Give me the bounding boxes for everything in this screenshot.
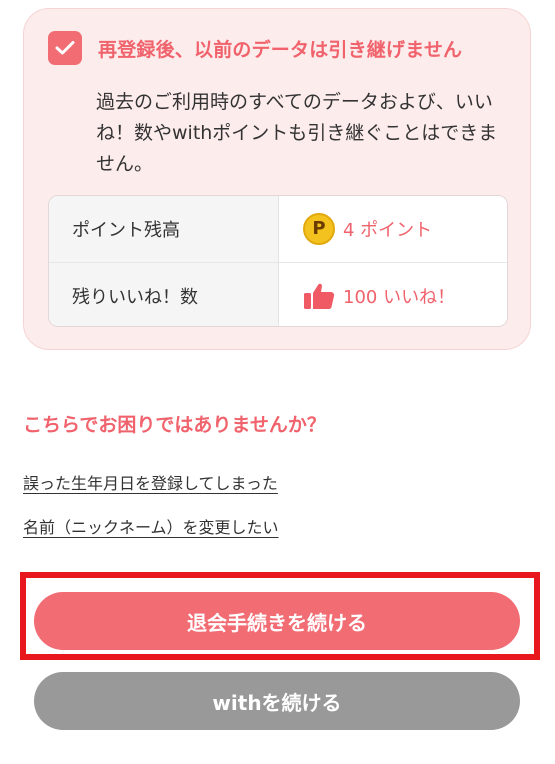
likes-value-cell: 100 いいね！ xyxy=(279,263,507,326)
likes-row: 残りいいね！数 100 いいね！ xyxy=(49,262,507,326)
points-value: 4 ポイント xyxy=(343,220,433,241)
coin-letter: P xyxy=(312,218,326,239)
account-info-table: ポイント残高 P 4 ポイント 残りいいね！数 100 いいね！ xyxy=(48,195,508,327)
help-heading: こちらでお困りではありませんか？ xyxy=(23,414,326,436)
notice-title: 再登録後、以前のデータは引き継げません xyxy=(98,39,463,61)
data-notice-card: 再登録後、以前のデータは引き継げません 過去のご利用時のすべてのデータおよび、い… xyxy=(23,8,531,350)
coin-icon: P xyxy=(303,213,335,245)
likes-value: 100 いいね！ xyxy=(343,287,456,308)
likes-label: 残りいいね！数 xyxy=(49,263,279,326)
confirm-checkbox[interactable] xyxy=(48,31,82,65)
points-label: ポイント残高 xyxy=(49,196,279,262)
thumbs-up-icon xyxy=(304,283,335,309)
points-value-cell: P 4 ポイント xyxy=(279,196,507,262)
notice-description: 過去のご利用時のすべてのデータおよび、いいね！数やwithポイントも引き継ぐこと… xyxy=(96,91,498,175)
points-row: ポイント残高 P 4 ポイント xyxy=(49,196,507,262)
help-link-birthday[interactable]: 誤った生年月日を登録してしまった xyxy=(23,470,278,494)
continue-withdrawal-button[interactable]: 退会手続きを続ける xyxy=(34,592,520,650)
checkmark-icon xyxy=(55,41,75,55)
help-link-nickname[interactable]: 名前（ニックネーム）を変更したい xyxy=(23,514,279,538)
continue-with-button[interactable]: withを続ける xyxy=(34,672,520,730)
